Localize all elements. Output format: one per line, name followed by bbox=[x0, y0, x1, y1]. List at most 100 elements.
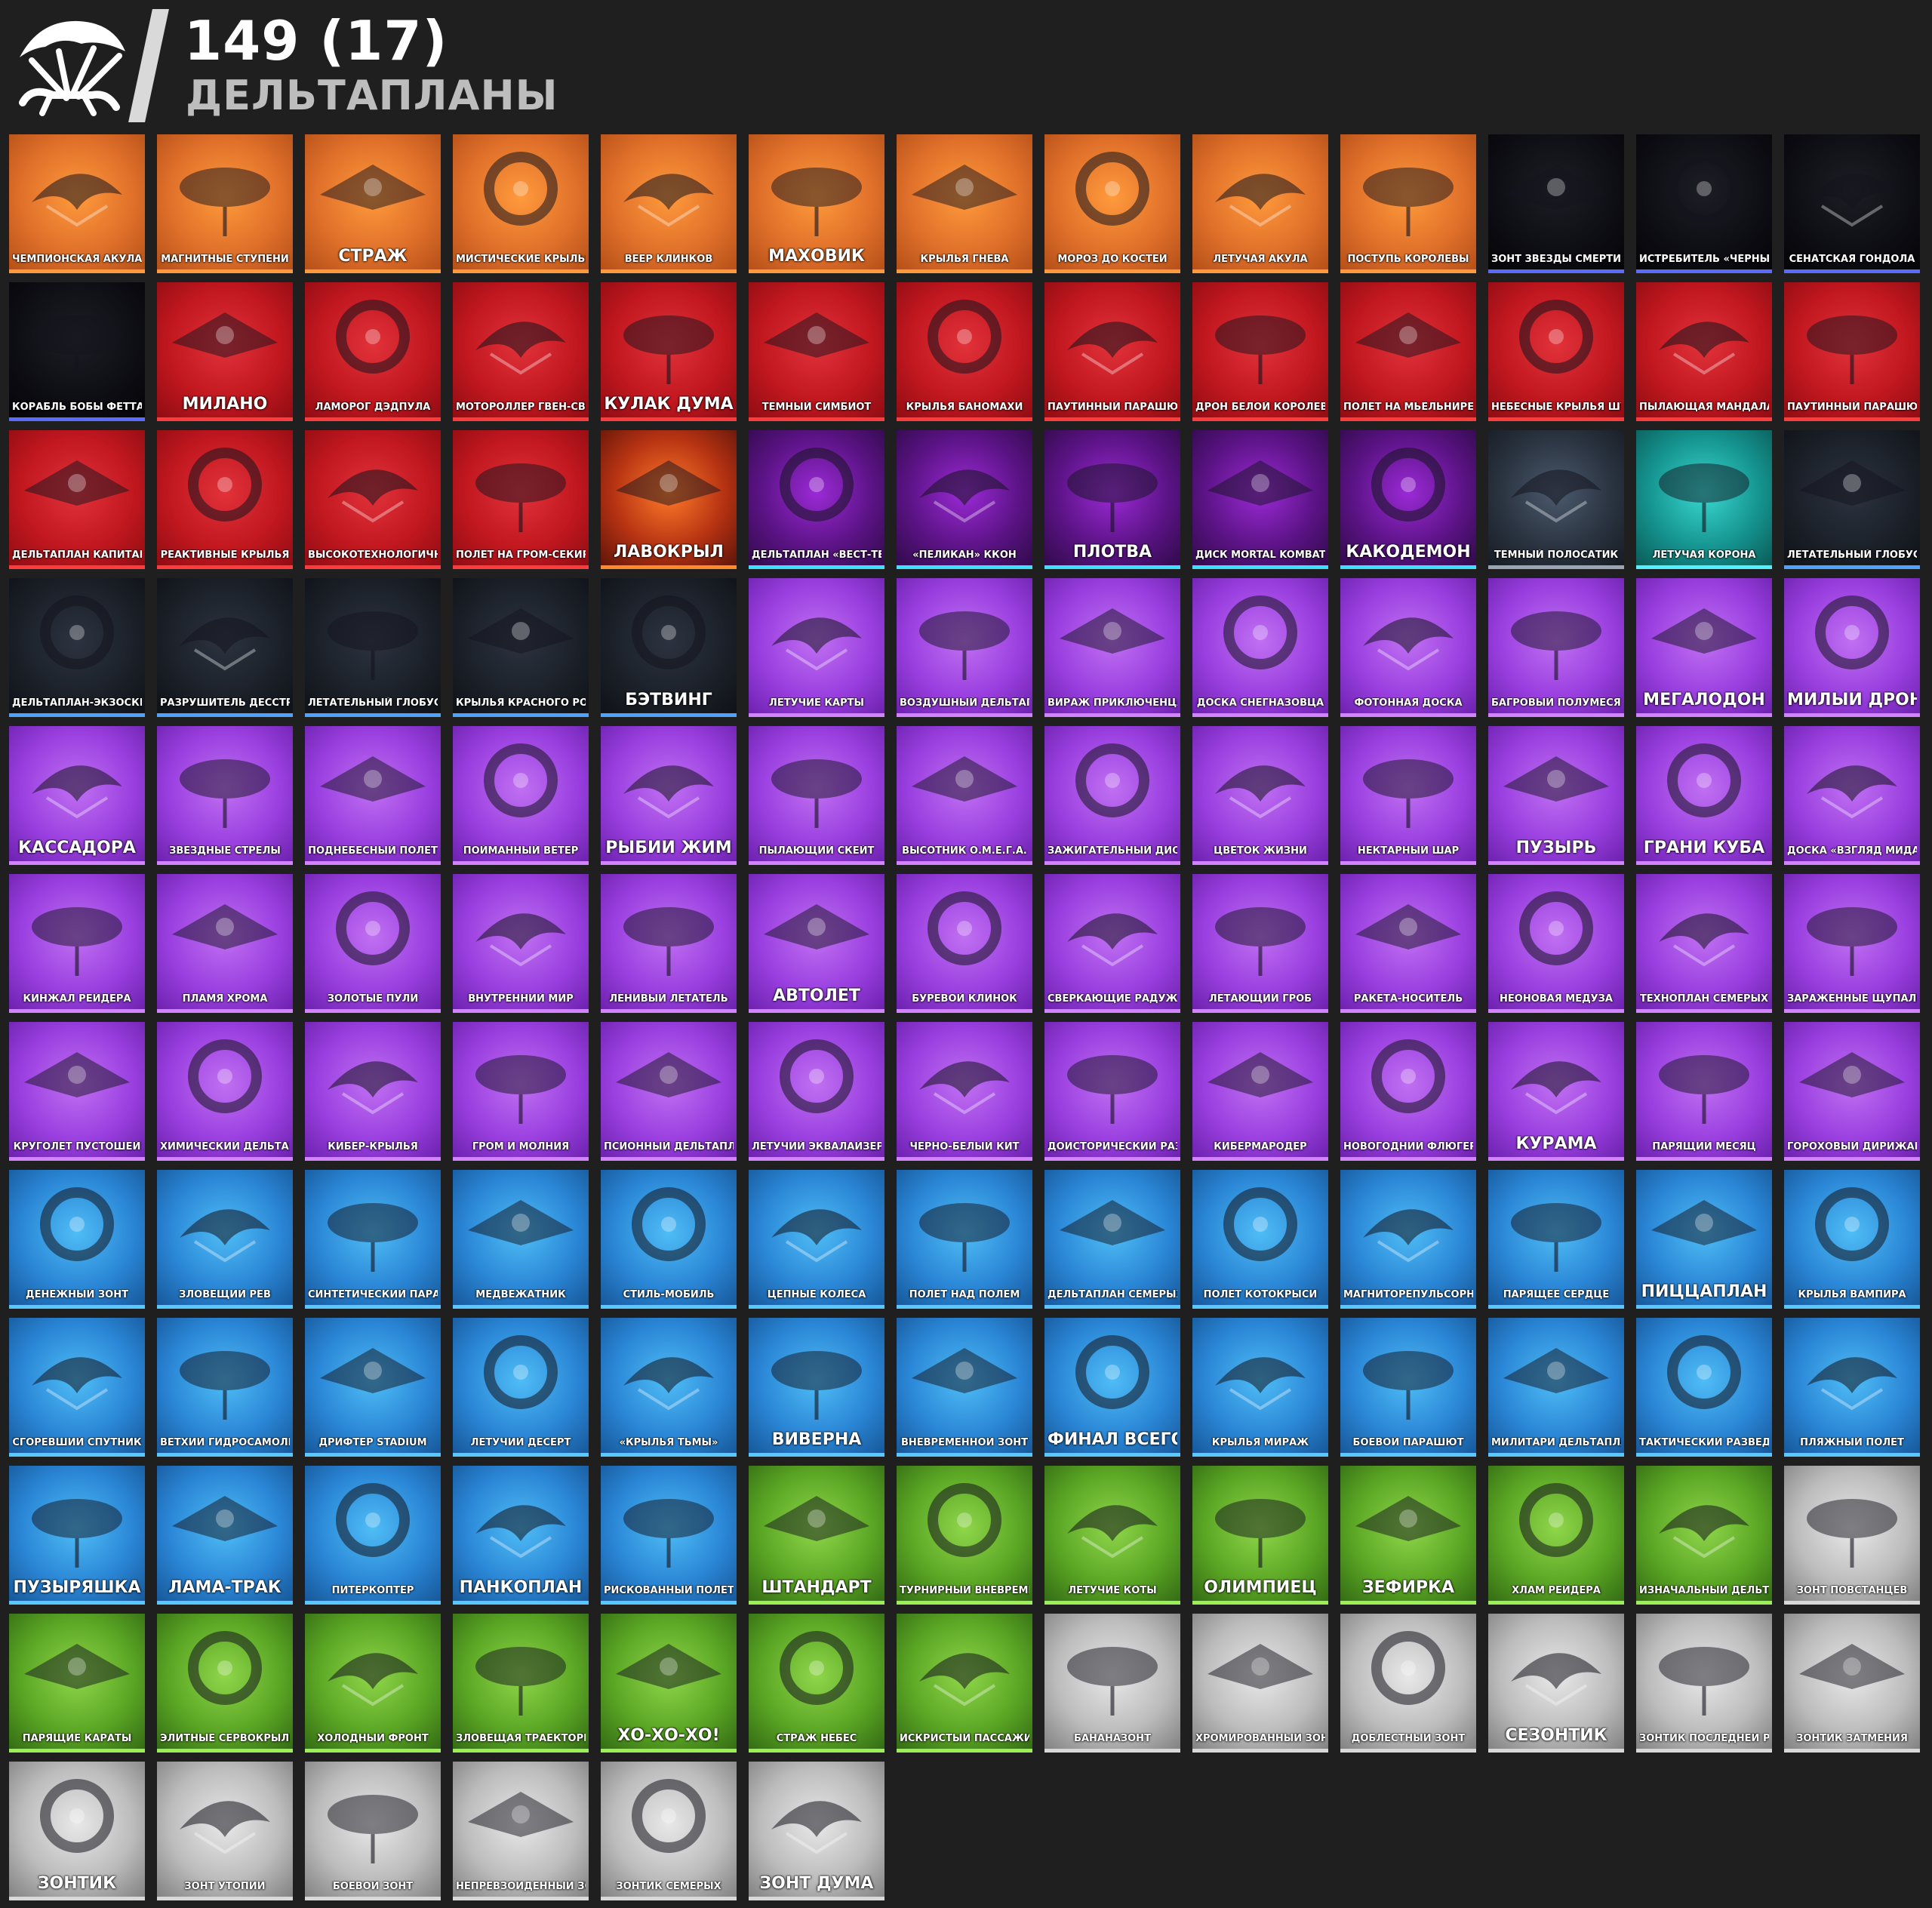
glider-item[interactable]: СВЕРКАЮЩИЕ РАДУЖНЫЕ КРЫЛЬЯ bbox=[1044, 874, 1180, 1013]
glider-item[interactable]: ТУРНИРНЫЙ ВНЕВРЕМЕННОЙ ЗОНТ bbox=[897, 1466, 1032, 1605]
glider-item[interactable]: СЕНАТСКАЯ ГОНДОЛА bbox=[1784, 134, 1920, 273]
glider-item[interactable]: ЗАЖИГАТЕЛЬНЫЙ ДИСК bbox=[1044, 726, 1180, 865]
glider-item[interactable]: ДЕЛЬТАПЛАН СЕМЕРЫХ bbox=[1044, 1170, 1180, 1309]
glider-item[interactable]: МЕГАЛОДОН bbox=[1636, 578, 1772, 717]
glider-item[interactable]: ЛЕТУЧИЙ ЭКВАЛАЙЗЕР bbox=[749, 1022, 884, 1161]
glider-item[interactable]: ВОЗДУШНЫЙ ДЕЛЬТАПЛАН КОРРЫ bbox=[897, 578, 1032, 717]
glider-item[interactable]: ПАРЯЩЕЕ СЕРДЦЕ bbox=[1488, 1170, 1624, 1309]
glider-item[interactable]: ФОТОННАЯ ДОСКА bbox=[1340, 578, 1476, 717]
glider-item[interactable]: ДРИФТЕР STADIUM bbox=[305, 1318, 441, 1457]
glider-item[interactable]: КОРАБЛЬ БОБЫ ФЕТТА bbox=[9, 282, 145, 421]
glider-item[interactable]: ЦЕПНЫЕ КОЛЁСА bbox=[749, 1170, 884, 1309]
glider-item[interactable]: ПОЛЁТ НА МЬЁЛЬНИРЕ bbox=[1340, 282, 1476, 421]
glider-item[interactable]: ГОРОХОВЫЙ ДИРИЖАБЛЬ bbox=[1784, 1022, 1920, 1161]
glider-item[interactable]: ДОИСТОРИЧЕСКИЙ РАЗВЕДЧИК bbox=[1044, 1022, 1180, 1161]
glider-item[interactable]: КРЫЛЬЯ БАНОМАХИ bbox=[897, 282, 1032, 421]
glider-item[interactable]: ИСТРЕБИТЕЛЬ «ЧЁРНЫЙ-1» bbox=[1636, 134, 1772, 273]
glider-item[interactable]: ЛЕТУЧАЯ АКУЛА bbox=[1192, 134, 1328, 273]
glider-item[interactable]: МИЛИТАРИ ДЕЛЬТАПЛАН bbox=[1488, 1318, 1624, 1457]
glider-item[interactable]: ПОЛЁТ НАД ПОЛЕМ bbox=[897, 1170, 1032, 1309]
glider-item[interactable]: ЧЕМПИОНСКАЯ АКУЛА bbox=[9, 134, 145, 273]
glider-item[interactable]: КИНЖАЛ РЕЙДЕРА bbox=[9, 874, 145, 1013]
glider-item[interactable]: ЗОНТИК bbox=[9, 1762, 145, 1900]
glider-item[interactable]: «КРЫЛЬЯ ТЬМЫ» bbox=[601, 1318, 737, 1457]
glider-item[interactable]: ЛЕНИВЫЙ ЛЕТАТЕЛЬ bbox=[601, 874, 737, 1013]
glider-item[interactable]: ДОСКА «ВЗГЛЯД МИДАСА» bbox=[1784, 726, 1920, 865]
glider-item[interactable]: ЛАВОКРЫЛ bbox=[601, 430, 737, 569]
glider-item[interactable]: ПИТЕРКОПТЕР bbox=[305, 1466, 441, 1605]
glider-item[interactable]: СТРАЖ НЕБЕС bbox=[749, 1614, 884, 1753]
glider-item[interactable]: ПЫЛАЮЩАЯ МАНДАЛА bbox=[1636, 282, 1772, 421]
glider-item[interactable]: СТИЛЬ-МОБИЛЬ bbox=[601, 1170, 737, 1309]
glider-item[interactable]: ЗОНТ ДУМА bbox=[749, 1762, 884, 1900]
glider-item[interactable]: БУРЕВОЙ КЛИНОК bbox=[897, 874, 1032, 1013]
glider-item[interactable]: МОТОРОЛЛЕР ГВЕН-СВИНКИ bbox=[453, 282, 589, 421]
glider-item[interactable]: РАЗРУШИТЕЛЬ ДЕССТРОУКА bbox=[157, 578, 293, 717]
glider-item[interactable]: ДЕЛЬТАПЛАН-ЭКЗОСКЕЛЕТ БЭТМЕНА bbox=[9, 578, 145, 717]
glider-item[interactable]: НЕПРЕВЗОЙДЁННЫЙ ЗОНТИК bbox=[453, 1762, 589, 1900]
glider-item[interactable]: СГОРЕВШИЙ СПУТНИК bbox=[9, 1318, 145, 1457]
glider-item[interactable]: КИБЕРМАРОДЁР bbox=[1192, 1022, 1328, 1161]
glider-item[interactable]: ЗОНТИК СЕМЕРЫХ bbox=[601, 1762, 737, 1900]
glider-item[interactable]: ЛЕТУЧАЯ КОРОНА bbox=[1636, 430, 1772, 569]
glider-item[interactable]: ЛЕТАТЕЛЬНЫЙ ГЛОБУС bbox=[1784, 430, 1920, 569]
glider-item[interactable]: ТЁМНЫЙ ПОЛОСАТИК bbox=[1488, 430, 1624, 569]
glider-item[interactable]: ПАРЯЩИЙ МЕСЯЦ bbox=[1636, 1022, 1772, 1161]
glider-item[interactable]: ПАУТИННЫЙ ПАРАШЮТ ГВЕН bbox=[1784, 282, 1920, 421]
glider-item[interactable]: ХОЛОДНЫЙ ФРОНТ bbox=[305, 1614, 441, 1753]
glider-item[interactable]: ЗЛОВЕЩИЙ РЁВ bbox=[157, 1170, 293, 1309]
glider-item[interactable]: КАКОДЕМОН bbox=[1340, 430, 1476, 569]
glider-item[interactable]: ВЕТХИЙ ГИДРОСАМОЛЁТ САЛЛИ bbox=[157, 1318, 293, 1457]
glider-item[interactable]: НЕОНОВАЯ МЕДУЗА bbox=[1488, 874, 1624, 1013]
glider-item[interactable]: ЗОНТ УТОПИИ bbox=[157, 1762, 293, 1900]
glider-item[interactable]: ТАКТИЧЕСКИЙ РАЗВЕДЧИК bbox=[1636, 1318, 1772, 1457]
glider-item[interactable]: ПУЗЫРЬ bbox=[1488, 726, 1624, 865]
glider-item[interactable]: ОЛИМПИЕЦ bbox=[1192, 1466, 1328, 1605]
glider-item[interactable]: ЗОНТИК ЗАТМЕНИЯ bbox=[1784, 1614, 1920, 1753]
glider-item[interactable]: ЗЕФИРКА bbox=[1340, 1466, 1476, 1605]
glider-item[interactable]: КРЫЛЬЯ МИРАЖ bbox=[1192, 1318, 1328, 1457]
glider-item[interactable]: СИНТЕТИЧЕСКИЙ ПАРАПЛАН bbox=[305, 1170, 441, 1309]
glider-item[interactable]: МАГНИТНЫЕ СТУПЕНИ bbox=[157, 134, 293, 273]
glider-item[interactable]: ХЛАМ РЕЙДЕРА bbox=[1488, 1466, 1624, 1605]
glider-item[interactable]: ВИВЕРНА bbox=[749, 1318, 884, 1457]
glider-item[interactable]: ДОСКА СНЕГНАЗОВЦА bbox=[1192, 578, 1328, 717]
glider-item[interactable]: ШТАНДАРТ bbox=[749, 1466, 884, 1605]
glider-item[interactable]: ДЕЛЬТАПЛАН «ВЕСТ-ТЕК» bbox=[749, 430, 884, 569]
glider-item[interactable]: ЛАМА-ТРАК bbox=[157, 1466, 293, 1605]
glider-item[interactable]: ДИСК MORTAL KOMBAT bbox=[1192, 430, 1328, 569]
glider-item[interactable]: ПУЗЫРЯШКА bbox=[9, 1466, 145, 1605]
glider-item[interactable]: БАНАНАЗОНТ bbox=[1044, 1614, 1180, 1753]
glider-item[interactable]: ЧЁРНО-БЕЛЫЙ КИТ bbox=[897, 1022, 1032, 1161]
glider-item[interactable]: СЕЗОНТИК bbox=[1488, 1614, 1624, 1753]
glider-item[interactable]: ЛЕТУЧИЕ КАРТЫ bbox=[749, 578, 884, 717]
glider-item[interactable]: ПАРЯЩИЕ КАРАТЫ bbox=[9, 1614, 145, 1753]
glider-item[interactable]: ДОБЛЕСТНЫЙ ЗОНТ bbox=[1340, 1614, 1476, 1753]
glider-item[interactable]: ПОДНЕБЕСНЫЙ ПОЛЁТ bbox=[305, 726, 441, 865]
glider-item[interactable]: ВНУТРЕННИЙ МИР bbox=[453, 874, 589, 1013]
glider-item[interactable]: КРЫЛЬЯ КРАСНОГО РОБИНА bbox=[453, 578, 589, 717]
glider-item[interactable]: НЕБЕСНЫЕ КРЫЛЬЯ ШУРИ bbox=[1488, 282, 1624, 421]
glider-item[interactable]: ГРАНИ КУБА bbox=[1636, 726, 1772, 865]
glider-item[interactable]: ЗОНТИК ПОСЛЕДНЕЙ РЕАЛЬНОСТИ bbox=[1636, 1614, 1772, 1753]
glider-item[interactable]: РЕАКТИВНЫЕ КРЫЛЬЯ bbox=[157, 430, 293, 569]
glider-item[interactable]: МОРОЗ ДО КОСТЕЙ bbox=[1044, 134, 1180, 273]
glider-item[interactable]: ЗОЛОТЫЕ ПУЛИ bbox=[305, 874, 441, 1013]
glider-item[interactable]: ИСКРИСТЫЙ ПАССАЖИР bbox=[897, 1614, 1032, 1753]
glider-item[interactable]: КИБЕР-КРЫЛЬЯ bbox=[305, 1022, 441, 1161]
glider-item[interactable]: ХРОМИРОВАННЫЙ ЗОНТ bbox=[1192, 1614, 1328, 1753]
glider-item[interactable]: ПЫЛАЮЩИЙ СКЕЙТ bbox=[749, 726, 884, 865]
glider-item[interactable]: ВЫСОКОТЕХНОЛОГИЧНЫЙ ДЕЛЬТАПЛАН bbox=[305, 430, 441, 569]
glider-item[interactable]: ПСИОННЫЙ ДЕЛЬТАПЛАН bbox=[601, 1022, 737, 1161]
glider-item[interactable]: КРЫЛЬЯ ГНЕВА bbox=[897, 134, 1032, 273]
glider-item[interactable]: МИЛЫЙ ДРОН bbox=[1784, 578, 1920, 717]
glider-item[interactable]: РАКЕТА-НОСИТЕЛЬ bbox=[1340, 874, 1476, 1013]
glider-item[interactable]: ИЗНАЧАЛЬНЫЙ ДЕЛЬТАПЛАН bbox=[1636, 1466, 1772, 1605]
glider-item[interactable]: ПАУТИННЫЙ ПАРАШЮТ bbox=[1044, 282, 1180, 421]
glider-item[interactable]: ВИРАЖ ПРИКЛЮЧЕНЦА bbox=[1044, 578, 1180, 717]
glider-item[interactable]: ПОСТУПЬ КОРОЛЕВЫ bbox=[1340, 134, 1476, 273]
glider-item[interactable]: ПЛАМЯ ХРОМА bbox=[157, 874, 293, 1013]
glider-item[interactable]: МИСТИЧЕСКИЕ КРЫЛЬЯ bbox=[453, 134, 589, 273]
glider-item[interactable]: ТЁМНЫЙ СИМБИОТ bbox=[749, 282, 884, 421]
glider-item[interactable]: ЛЕТАЮЩИЙ ГРОБ bbox=[1192, 874, 1328, 1013]
